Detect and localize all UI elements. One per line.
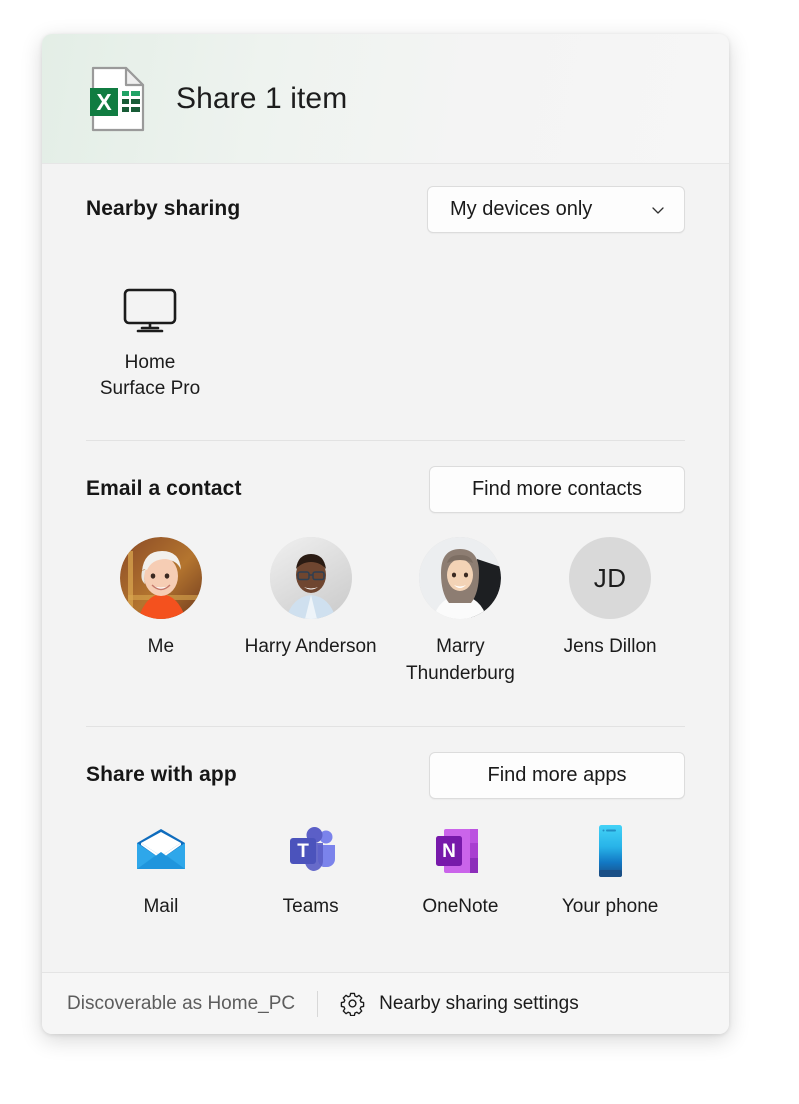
dialog-header: X Share 1 item	[42, 34, 729, 164]
device-label: Home Surface Pro	[99, 352, 201, 399]
phone-icon	[582, 823, 638, 879]
app-label: OneNote	[422, 896, 499, 917]
contact-label: Jens Dillon	[563, 636, 657, 657]
contacts-list: Me Harry Anderson Marry Thunderburg JD J…	[42, 537, 729, 687]
footer-separator	[317, 990, 319, 1017]
contact-label: Me	[147, 636, 175, 657]
excel-document-icon: X	[90, 66, 146, 132]
dialog-title: Share 1 item	[176, 81, 348, 115]
monitor-icon	[123, 288, 177, 334]
avatar	[419, 537, 502, 619]
settings-label: Nearby sharing settings	[379, 992, 579, 1014]
dialog-body: Nearby sharing My devices only Home Surf…	[42, 164, 729, 972]
dialog-footer: Discoverable as Home_PC Nearby sharing s…	[42, 972, 729, 1034]
app-tile-mail[interactable]: Mail	[86, 823, 236, 920]
app-tile-teams[interactable]: T Teams	[236, 823, 386, 920]
device-tile[interactable]: Home Surface Pro	[86, 288, 214, 402]
svg-text:T: T	[297, 841, 309, 862]
app-label: Mail	[143, 896, 179, 917]
contact-tile[interactable]: Me	[86, 537, 236, 687]
contacts-header: Email a contact Find more contacts	[42, 441, 729, 537]
avatar	[269, 537, 352, 619]
app-label: Your phone	[561, 896, 659, 917]
svg-text:N: N	[443, 841, 457, 862]
nearby-scope-dropdown[interactable]: My devices only	[427, 185, 685, 233]
contact-label: Harry Anderson	[244, 636, 377, 657]
app-tile-onenote[interactable]: N OneNote	[386, 823, 536, 920]
svg-text:X: X	[96, 89, 112, 115]
avatar	[119, 537, 202, 619]
contact-tile[interactable]: Marry Thunderburg	[386, 537, 536, 687]
avatar: JD	[569, 537, 652, 619]
chevron-down-icon	[650, 201, 666, 217]
nearby-device-list: Home Surface Pro	[42, 254, 729, 402]
nearby-sharing-title: Nearby sharing	[86, 197, 241, 220]
onenote-icon: N	[432, 823, 488, 879]
contact-label: Marry Thunderburg	[405, 636, 515, 684]
gear-icon	[340, 991, 365, 1017]
find-more-apps-button[interactable]: Find more apps	[429, 751, 685, 799]
teams-icon: T	[283, 823, 339, 879]
contacts-title: Email a contact	[86, 477, 242, 500]
find-more-contacts-button[interactable]: Find more contacts	[429, 465, 685, 513]
nearby-scope-value: My devices only	[450, 197, 593, 220]
avatar-initials: JD	[569, 537, 652, 619]
nearby-sharing-settings-link[interactable]: Nearby sharing settings	[340, 991, 579, 1017]
app-label: Teams	[282, 896, 339, 917]
discoverable-status: Discoverable as Home_PC	[67, 992, 296, 1014]
nearby-sharing-header: Nearby sharing My devices only	[42, 164, 729, 254]
mail-icon	[133, 823, 189, 879]
app-tile-your-phone[interactable]: Your phone	[535, 823, 685, 920]
contact-tile[interactable]: JD Jens Dillon	[535, 537, 685, 687]
contact-tile[interactable]: Harry Anderson	[236, 537, 386, 687]
screen: X Share 1 item Nearby sharing My devices…	[0, 0, 799, 1104]
share-dialog: X Share 1 item Nearby sharing My devices…	[42, 34, 729, 1034]
apps-header: Share with app Find more apps	[42, 727, 729, 823]
apps-list: Mail T Teams N OneNote Your phone	[42, 823, 729, 920]
apps-title: Share with app	[86, 763, 237, 786]
